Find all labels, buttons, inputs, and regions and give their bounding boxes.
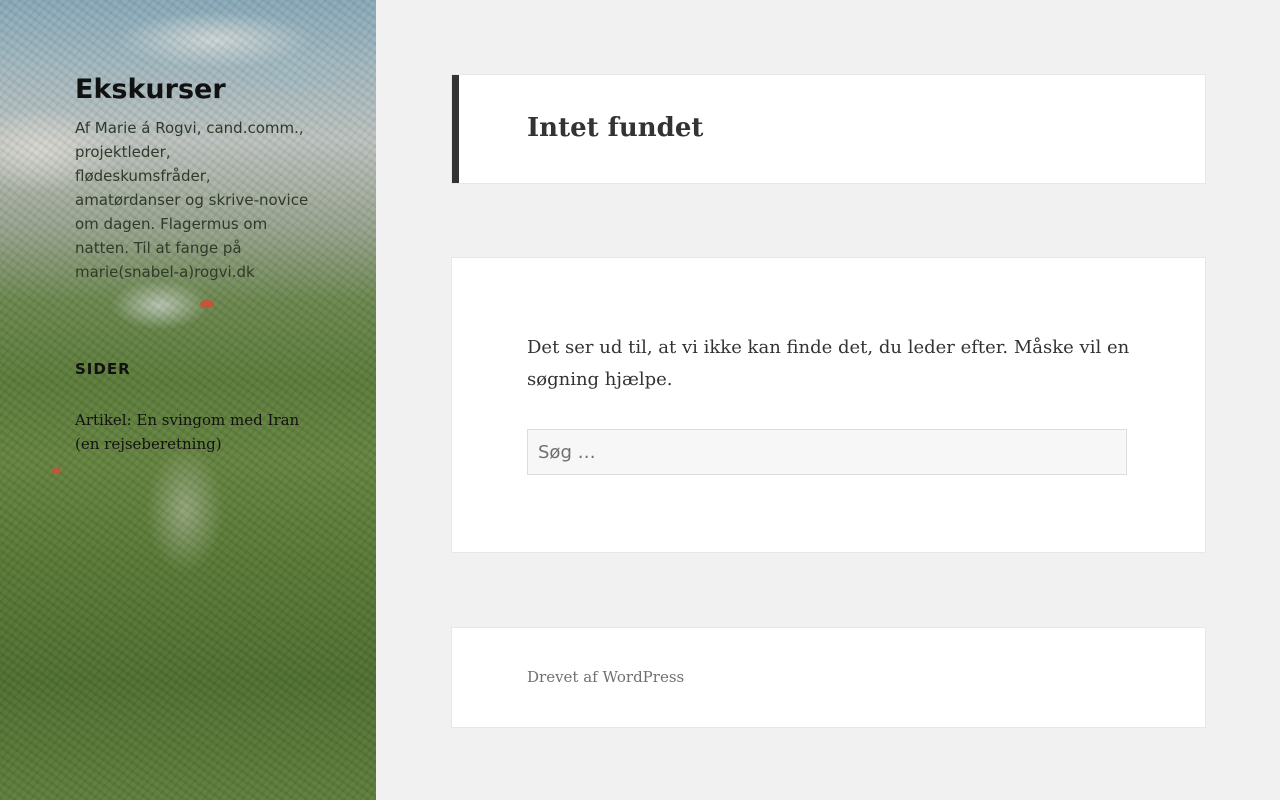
site-description: Af Marie á Rogvi, cand.comm., projektled… — [75, 119, 309, 281]
not-found-content: Det ser ud til, at vi ikke kan finde det… — [452, 258, 1205, 552]
page: Ekskurser Af Marie á Rogvi, cand.comm., … — [0, 0, 1280, 800]
sidebar-page-link[interactable]: Artikel: En svingom med Iran (en rejsebe… — [75, 408, 315, 456]
footer-credit-link[interactable]: Drevet af WordPress — [527, 666, 684, 688]
pages-widget-title: SIDER — [75, 360, 131, 378]
search-input[interactable] — [527, 429, 1127, 475]
site-footer: Drevet af WordPress — [452, 628, 1205, 727]
sidebar: Ekskurser Af Marie á Rogvi, cand.comm., … — [0, 0, 376, 800]
leaf-decoration — [200, 300, 214, 308]
page-header: Intet fundet — [452, 75, 1205, 183]
header-accent-bar — [452, 75, 459, 183]
site-title[interactable]: Ekskurser — [75, 72, 226, 108]
not-found-message: Det ser ud til, at vi ikke kan finde det… — [527, 337, 1130, 390]
page-title: Intet fundet — [527, 113, 704, 143]
leaf-decoration — [52, 468, 61, 474]
